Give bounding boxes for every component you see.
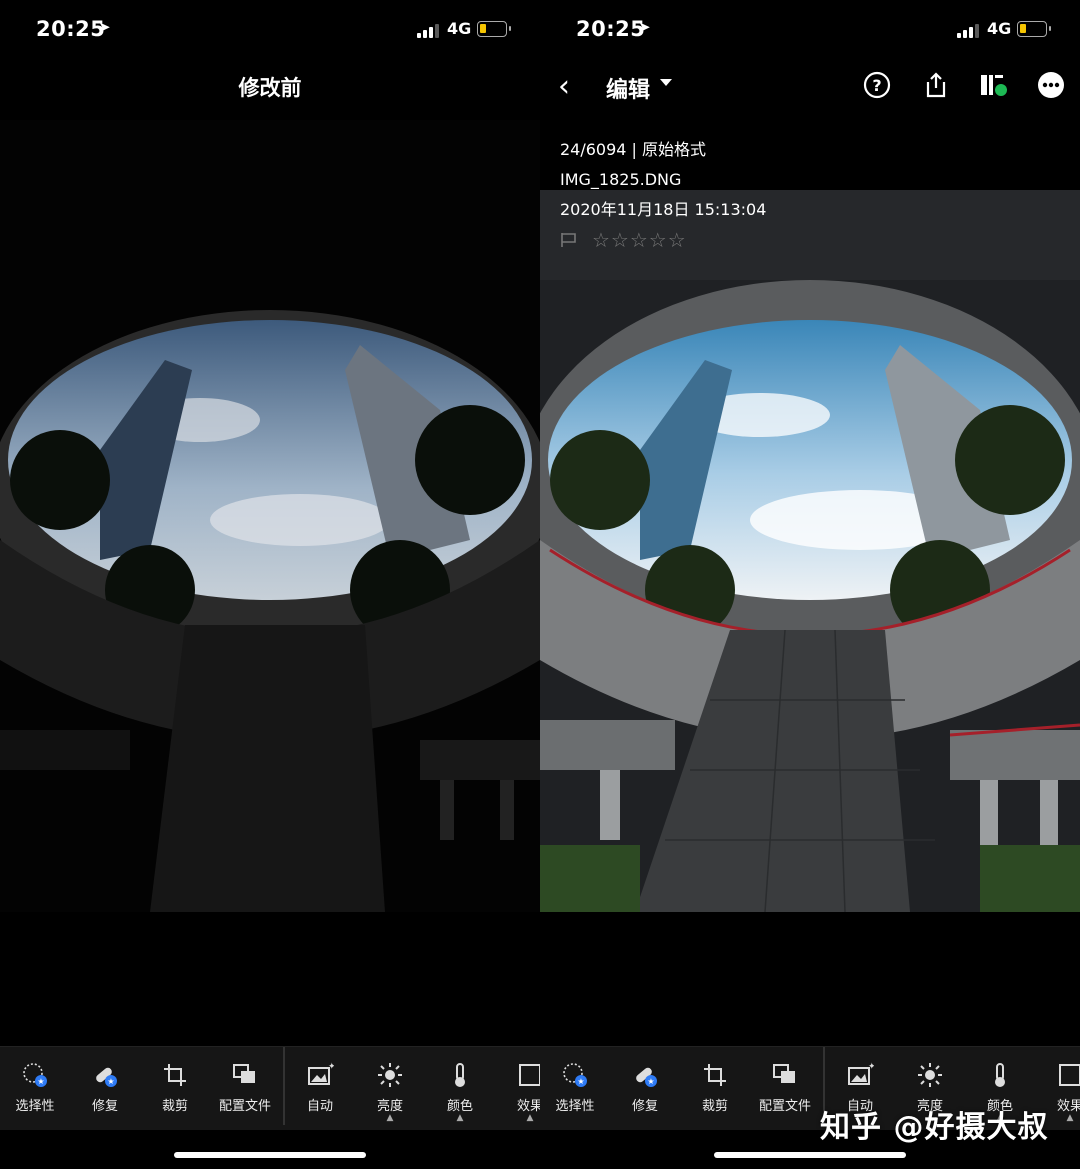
svg-text:★: ★ bbox=[647, 1077, 654, 1086]
photo-filename: IMG_1825.DNG bbox=[560, 170, 682, 189]
tool-crop[interactable]: 裁剪 bbox=[140, 1061, 210, 1114]
light-icon bbox=[918, 1063, 942, 1087]
watermark: 知乎 @好摄大叔 bbox=[820, 1110, 1049, 1145]
tool-label: 自动 bbox=[306, 1099, 333, 1114]
heal-icon: ★ bbox=[96, 1067, 117, 1087]
tool-indicator-dot: ▲ bbox=[456, 1113, 464, 1123]
tool-color[interactable]: 颜色 ▲ bbox=[425, 1061, 495, 1123]
profile-icon bbox=[233, 1064, 255, 1083]
network-label: 4G bbox=[987, 19, 1012, 38]
tool-label: 选择性 bbox=[15, 1099, 55, 1114]
tool-indicator-dot: ▲ bbox=[386, 1113, 394, 1123]
tool-indicator-dot: ▲ bbox=[526, 1113, 534, 1123]
svg-text:★: ★ bbox=[577, 1077, 584, 1086]
tool-label: 裁剪 bbox=[161, 1099, 188, 1114]
edit-mode-dropdown[interactable]: 编辑 bbox=[606, 72, 650, 104]
network-label: 4G bbox=[447, 19, 472, 38]
tool-light[interactable]: 亮度 ▲ bbox=[355, 1061, 425, 1123]
signal-icon bbox=[417, 24, 439, 38]
more-icon[interactable] bbox=[1036, 70, 1066, 100]
tool-profile[interactable]: 配置文件 bbox=[750, 1061, 820, 1114]
effects-icon bbox=[1059, 1064, 1080, 1086]
selective-icon: ★ bbox=[23, 1063, 47, 1087]
page-title: 修改前 bbox=[238, 76, 302, 100]
location-arrow-icon: ➤ bbox=[638, 18, 651, 36]
rating-row: ☆☆☆☆☆ bbox=[560, 225, 766, 255]
tool-auto[interactable]: ✦ 自动 bbox=[285, 1061, 355, 1114]
tool-label: 配置文件 bbox=[758, 1099, 811, 1114]
help-icon[interactable]: ? bbox=[862, 70, 892, 100]
tool-crop[interactable]: 裁剪 bbox=[680, 1061, 750, 1114]
photo-before bbox=[0, 120, 540, 912]
crop-icon bbox=[704, 1064, 726, 1086]
tool-selective[interactable]: ★ 选择性 bbox=[540, 1061, 610, 1114]
tool-effects[interactable]: 效果 ▲ bbox=[495, 1061, 540, 1123]
edit-toolbar: ★ 选择性 ★ 修复 裁剪 配置文件 ✦ 自动 亮度 ▲ 颜色 ▲ 效果 ▲ bbox=[0, 1046, 540, 1130]
flag-icon[interactable] bbox=[560, 232, 578, 248]
tool-label: 颜色 bbox=[446, 1099, 473, 1114]
auto-icon: ✦ bbox=[848, 1062, 874, 1085]
edit-panel: 20:25 ➤ 4G ‹ 编辑 ? 24/6094 | 原始格式 IMG_182… bbox=[540, 0, 1080, 1169]
home-indicator[interactable] bbox=[714, 1152, 906, 1158]
auto-icon: ✦ bbox=[308, 1062, 334, 1085]
star-rating[interactable]: ☆☆☆☆☆ bbox=[592, 225, 687, 255]
tool-label: 效果 bbox=[516, 1099, 540, 1114]
location-arrow-icon: ➤ bbox=[98, 18, 111, 36]
svg-text:✦: ✦ bbox=[868, 1062, 874, 1072]
svg-text:★: ★ bbox=[107, 1077, 114, 1086]
status-time: 20:25 bbox=[576, 17, 646, 41]
home-indicator[interactable] bbox=[174, 1152, 366, 1158]
cloud-sync-icon[interactable] bbox=[978, 70, 1008, 100]
heal-icon: ★ bbox=[636, 1067, 657, 1087]
signal-icon bbox=[957, 24, 979, 38]
color-icon bbox=[995, 1063, 1005, 1087]
chevron-down-icon[interactable] bbox=[660, 79, 672, 86]
tool-label: 修复 bbox=[631, 1099, 658, 1114]
photo-before-image bbox=[0, 120, 540, 912]
svg-text:✦: ✦ bbox=[328, 1062, 334, 1072]
light-icon bbox=[378, 1063, 402, 1087]
tool-label: 配置文件 bbox=[218, 1099, 271, 1114]
tool-profile[interactable]: 配置文件 bbox=[210, 1061, 280, 1114]
tool-label: 亮度 bbox=[376, 1099, 403, 1114]
photo-after bbox=[540, 190, 1080, 912]
status-bar: 20:25 ➤ 4G bbox=[0, 0, 540, 60]
tool-label: 修复 bbox=[91, 1099, 118, 1114]
tool-selective[interactable]: ★ 选择性 bbox=[0, 1061, 70, 1114]
status-time: 20:25 bbox=[36, 17, 106, 41]
battery-icon bbox=[477, 21, 511, 37]
selective-icon: ★ bbox=[563, 1063, 587, 1087]
crop-icon bbox=[164, 1064, 186, 1086]
color-icon bbox=[455, 1063, 465, 1087]
profile-icon bbox=[773, 1064, 795, 1083]
photo-after-image bbox=[540, 190, 1080, 912]
effects-icon bbox=[519, 1064, 540, 1086]
tool-label: 裁剪 bbox=[701, 1099, 728, 1114]
svg-text:?: ? bbox=[872, 76, 881, 95]
share-icon[interactable] bbox=[921, 70, 951, 100]
status-bar: 20:25 ➤ 4G bbox=[540, 0, 1080, 60]
tool-heal[interactable]: ★ 修复 bbox=[70, 1061, 140, 1114]
svg-text:★: ★ bbox=[37, 1077, 44, 1086]
top-nav: ‹ 编辑 ? bbox=[540, 66, 1080, 110]
tool-label: 选择性 bbox=[555, 1099, 595, 1114]
photo-info: 24/6094 | 原始格式 IMG_1825.DNG 2020年11月18日 … bbox=[560, 135, 766, 255]
tool-heal[interactable]: ★ 修复 bbox=[610, 1061, 680, 1114]
photo-counter-format: 24/6094 | 原始格式 bbox=[560, 140, 707, 159]
battery-icon bbox=[1017, 21, 1051, 37]
photo-datetime: 2020年11月18日 15:13:04 bbox=[560, 200, 767, 219]
before-panel: 20:25 ➤ 4G 修改前 ★ 选择性 ★ 修复 裁剪 配置文件 ✦ 自动 亮… bbox=[0, 0, 540, 1169]
back-button[interactable]: ‹ bbox=[558, 69, 570, 104]
